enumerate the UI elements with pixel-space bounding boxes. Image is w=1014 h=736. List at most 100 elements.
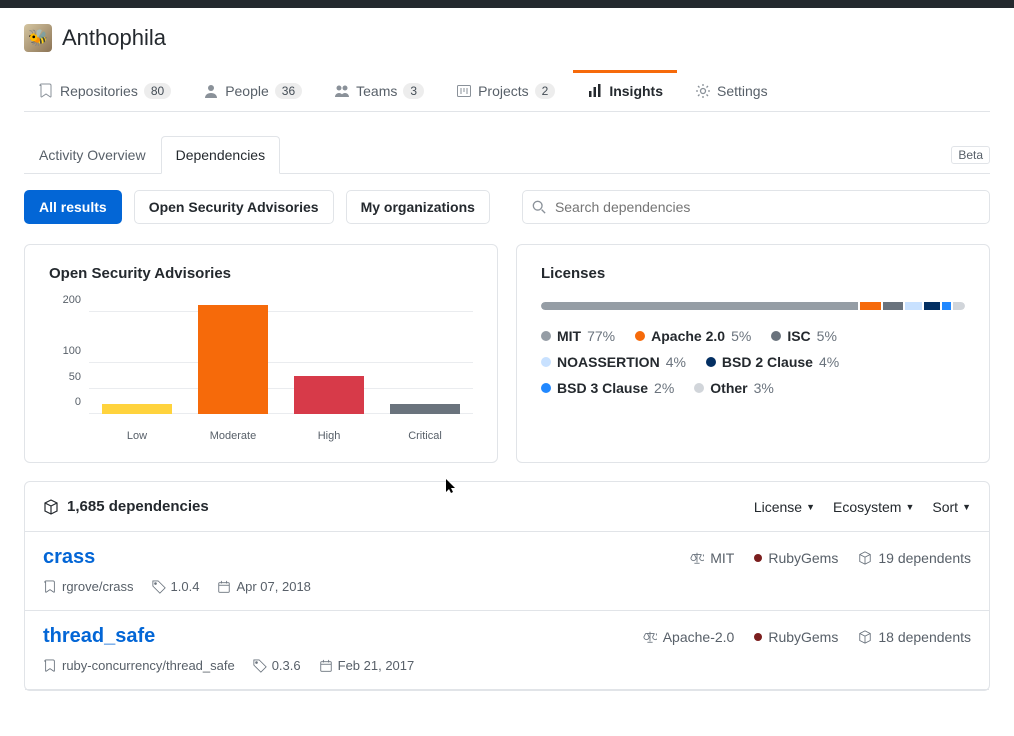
dependency-license: MIT [690,550,734,566]
license-segment[interactable] [883,302,904,310]
dependencies-count-label: 1,685 dependencies [67,498,209,515]
package-icon [43,499,59,515]
calendar-icon [217,580,231,594]
tab-settings[interactable]: Settings [681,70,782,111]
gear-icon [695,83,711,99]
repo-icon [38,83,54,99]
dropdown-ecosystem[interactable]: Ecosystem▼ [833,499,914,515]
dot-icon [706,357,716,367]
dependency-row: crass MIT RubyGems 19 dependents rgrove/… [25,532,989,611]
tab-teams[interactable]: Teams 3 [320,70,438,111]
license-segment[interactable] [924,302,940,310]
dependency-date: Apr 07, 2018 [217,579,310,594]
dot-icon [541,383,551,393]
tab-label: Teams [356,83,397,99]
advisories-title: Open Security Advisories [49,265,473,282]
dot-icon [541,331,551,341]
dependency-date: Feb 21, 2017 [319,658,415,673]
tab-count: 2 [535,83,556,99]
license-segment[interactable] [541,302,858,310]
tab-insights[interactable]: Insights [573,70,677,111]
chart-ytick: 50 [49,371,81,383]
package-icon [858,630,872,644]
dependency-version: 1.0.4 [152,579,200,594]
chart-bar[interactable] [102,404,172,414]
team-icon [334,83,350,99]
license-segment[interactable] [953,302,965,310]
cursor-icon [445,478,459,497]
window-topbar [0,0,1014,8]
license-segment[interactable] [942,302,950,310]
license-legend-item[interactable]: BSD 3 Clause 2% [541,380,674,396]
chart-xlabel: Low [102,430,172,442]
tab-label: Settings [717,83,768,99]
license-legend-item[interactable]: BSD 2 Clause 4% [706,354,839,370]
org-name[interactable]: Anthophila [62,25,166,51]
scale-icon [643,630,657,644]
filter-open-advisories[interactable]: Open Security Advisories [134,190,334,224]
person-icon [203,83,219,99]
dependencies-count: 1,685 dependencies [43,498,209,515]
tab-count: 36 [275,83,302,99]
chevron-down-icon: ▼ [962,502,971,512]
chart-xlabel: Moderate [198,430,268,442]
chart-bar[interactable] [294,376,364,414]
dependency-ecosystem: RubyGems [754,629,838,645]
dependency-name-link[interactable]: crass [43,546,95,569]
subtab-activity-overview[interactable]: Activity Overview [24,136,161,174]
dependency-dependents[interactable]: 19 dependents [858,550,971,566]
tab-projects[interactable]: Projects 2 [442,70,569,111]
advisories-card: Open Security Advisories Low Moderate High… [24,244,498,463]
dependency-name-link[interactable]: thread_safe [43,625,155,648]
graph-icon [587,83,603,99]
dependency-dependents[interactable]: 18 dependents [858,629,971,645]
dropdown-sort[interactable]: Sort▼ [932,499,971,515]
search-input[interactable] [522,190,990,224]
dependency-version: 0.3.6 [253,658,301,673]
beta-badge: Beta [951,146,990,164]
licenses-card: Licenses MIT 77% Apache 2.0 5% ISC 5% NOASS… [516,244,990,463]
dot-icon [754,554,762,562]
license-legend-item[interactable]: MIT 77% [541,328,615,344]
dot-icon [694,383,704,393]
license-segment[interactable] [860,302,881,310]
filter-my-orgs[interactable]: My organizations [346,190,490,224]
tab-label: People [225,83,269,99]
chart-ytick: 100 [49,345,81,357]
license-legend-item[interactable]: Other 3% [694,380,774,396]
tab-label: Projects [478,83,529,99]
dot-icon [754,633,762,641]
repo-icon [43,580,57,594]
dropdown-license[interactable]: License▼ [754,499,815,515]
license-legend-item[interactable]: Apache 2.0 5% [635,328,751,344]
licenses-title: Licenses [541,265,965,282]
dependency-repo[interactable]: ruby-concurrency/thread_safe [43,658,235,673]
chevron-down-icon: ▼ [905,502,914,512]
chart-bar[interactable] [198,305,268,414]
chart-ytick: 0 [49,396,81,408]
filter-all-results[interactable]: All results [24,190,122,224]
chart-xlabel: High [294,430,364,442]
dot-icon [635,331,645,341]
dependencies-panel: 1,685 dependencies License▼ Ecosystem▼ S… [24,481,990,691]
dot-icon [541,357,551,367]
dot-icon [771,331,781,341]
tag-icon [152,580,166,594]
package-icon [858,551,872,565]
chart-xlabel: Critical [390,430,460,442]
tab-repositories[interactable]: Repositories 80 [24,70,185,111]
calendar-icon [319,659,333,673]
insights-subtabs: Activity Overview Dependencies [24,136,280,173]
license-legend-item[interactable]: ISC 5% [771,328,837,344]
tab-label: Repositories [60,83,138,99]
search-icon [532,200,546,214]
tab-label: Insights [609,83,663,99]
license-segment[interactable] [905,302,921,310]
project-icon [456,83,472,99]
dependency-row: thread_safe Apache-2.0 RubyGems 18 depen… [25,611,989,690]
tab-people[interactable]: People 36 [189,70,316,111]
chart-bar[interactable] [390,404,460,414]
license-legend-item[interactable]: NOASSERTION 4% [541,354,686,370]
dependency-repo[interactable]: rgrove/crass [43,579,134,594]
subtab-dependencies[interactable]: Dependencies [161,136,281,174]
